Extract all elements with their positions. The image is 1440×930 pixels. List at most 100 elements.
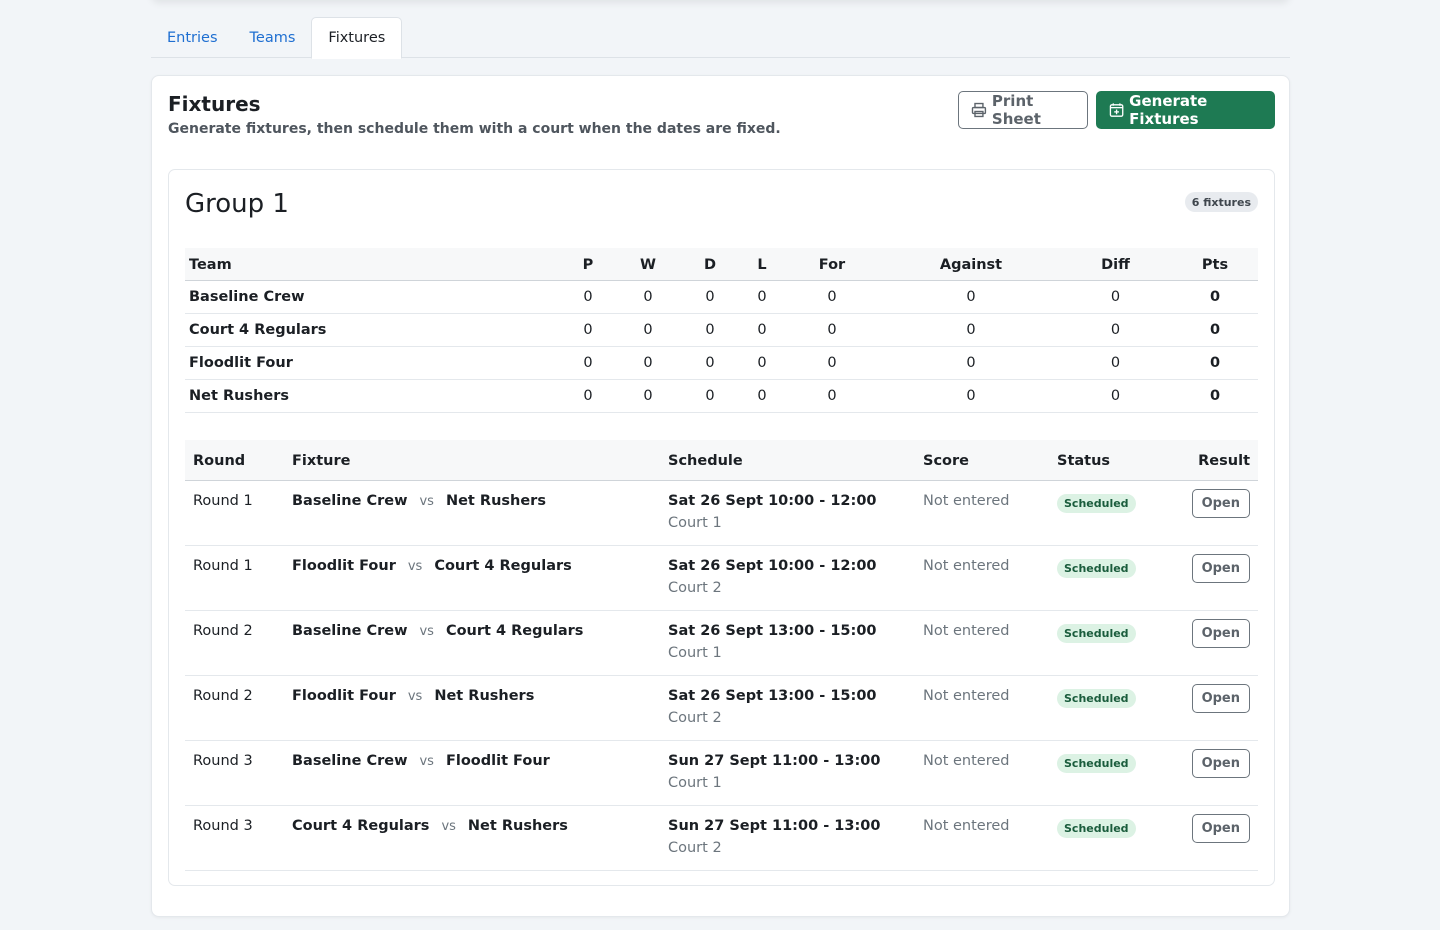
group-title: Group 1	[185, 189, 289, 219]
fixture-home-team: Floodlit Four	[292, 557, 396, 574]
page-title: Fixtures	[168, 92, 261, 116]
open-result-button[interactable]: Open	[1191, 813, 1250, 843]
standings-cell: 0	[1172, 313, 1258, 347]
generate-fixtures-button[interactable]: Generate Fixtures	[1096, 91, 1275, 129]
fixtures-header: Round	[185, 440, 284, 481]
fixture-status-cell: Scheduled	[1049, 610, 1159, 676]
fixture-score-cell: Not entered	[915, 675, 1049, 741]
generate-fixtures-label: Generate Fixtures	[1129, 92, 1208, 128]
standings-header-row: Team P W D L For Against Diff Pts	[185, 248, 1258, 281]
status-badge: Scheduled	[1057, 818, 1136, 838]
standings-team-name: Floodlit Four	[185, 346, 557, 380]
fixture-round: Round 1	[185, 480, 284, 546]
print-sheet-button[interactable]: Print Sheet	[958, 91, 1088, 129]
standings-row: Court 4 Regulars 0 0 0 0 0 0 0 0	[185, 313, 1258, 347]
fixture-status-cell: Scheduled	[1049, 740, 1159, 806]
open-result-button[interactable]: Open	[1191, 488, 1250, 518]
standings-cell: 0	[743, 313, 781, 347]
fixture-score-cell: Not entered	[915, 610, 1049, 676]
fixture-schedule-cell: Sat 26 Sept 10:00 - 12:00 Court 2	[660, 545, 915, 611]
fixtures-table: Round Fixture Schedule Score Status Resu…	[185, 440, 1258, 871]
fixture-away-team: Net Rushers	[445, 492, 546, 509]
fixture-schedule: Sat 26 Sept 10:00 - 12:00	[668, 557, 877, 574]
fixture-schedule-cell: Sat 26 Sept 13:00 - 15:00 Court 1	[660, 610, 915, 676]
fixtures-header: Schedule	[660, 440, 915, 481]
fixture-schedule: Sat 26 Sept 13:00 - 15:00	[668, 687, 877, 704]
standings-cell: 0	[557, 313, 619, 347]
standings-header: Diff	[1059, 248, 1172, 281]
fixture-score: Not entered	[923, 622, 1010, 639]
print-sheet-label: Print Sheet	[991, 92, 1041, 128]
fixture-status-cell: Scheduled	[1049, 480, 1159, 546]
fixture-row: Round 2 Floodlit Four vs Net Rushers Sat 2…	[185, 675, 1258, 741]
printer-icon	[971, 102, 987, 118]
standings-cell: 0	[1172, 280, 1258, 314]
fixture-home-team: Baseline Crew	[292, 752, 408, 769]
standings-cell: 0	[619, 280, 677, 314]
fixture-round: Round 1	[185, 545, 284, 611]
fixture-result-cell: Open	[1159, 480, 1258, 546]
open-result-button[interactable]: Open	[1191, 748, 1250, 778]
fixture-score: Not entered	[923, 492, 1010, 509]
standings-header: L	[743, 248, 781, 281]
fixture-home-team: Floodlit Four	[292, 687, 396, 704]
fixture-vs: vs	[407, 558, 423, 574]
fixture-score: Not entered	[923, 687, 1010, 704]
fixture-score: Not entered	[923, 817, 1010, 834]
fixture-result-cell: Open	[1159, 740, 1258, 806]
open-result-button[interactable]: Open	[1191, 618, 1250, 648]
standings-cell: 0	[781, 280, 883, 314]
standings-team-name: Court 4 Regulars	[185, 313, 557, 347]
standings-cell: 0	[1059, 346, 1172, 380]
standings-cell: 0	[743, 346, 781, 380]
fixture-home-team: Baseline Crew	[292, 622, 408, 639]
standings-cell: 0	[557, 379, 619, 413]
standings-header: W	[619, 248, 677, 281]
open-result-button[interactable]: Open	[1191, 553, 1250, 583]
standings-cell: 0	[677, 313, 743, 347]
fixture-score-cell: Not entered	[915, 805, 1049, 871]
fixture-vs: vs	[441, 818, 456, 834]
standings-cell: 0	[1172, 346, 1258, 380]
fixture-schedule-cell: Sat 26 Sept 13:00 - 15:00 Court 2	[660, 675, 915, 741]
fixtures-card: Fixtures Generate fixtures, then schedul…	[151, 75, 1290, 917]
fixture-score-cell: Not entered	[915, 740, 1049, 806]
standings-cell: 0	[677, 280, 743, 314]
tab-teams[interactable]: Teams	[234, 17, 312, 58]
fixture-court: Court 1	[668, 774, 722, 791]
fixture-away-team: Net Rushers	[434, 687, 535, 704]
fixture-schedule: Sat 26 Sept 10:00 - 12:00	[668, 492, 877, 509]
fixture-row: Round 2 Baseline Crew vs Court 4 Regulars …	[185, 610, 1258, 676]
fixture-score: Not entered	[923, 752, 1010, 769]
standings-cell: 0	[743, 280, 781, 314]
open-result-button[interactable]: Open	[1191, 683, 1250, 713]
standings-header: Team	[185, 248, 557, 281]
fixture-home-team: Baseline Crew	[292, 492, 408, 509]
fixture-schedule-cell: Sat 26 Sept 10:00 - 12:00 Court 1	[660, 480, 915, 546]
fixture-row: Round 3 Court 4 Regulars vs Net Rushers Su…	[185, 805, 1258, 871]
tab-fixtures[interactable]: Fixtures	[311, 17, 403, 59]
standings-cell: 0	[781, 379, 883, 413]
tab-entries[interactable]: Entries	[151, 17, 234, 58]
standings-cell: 0	[1059, 280, 1172, 314]
standings-table: Team P W D L For Against Diff Pts Baseli…	[185, 248, 1258, 413]
fixtures-header: Result	[1159, 440, 1258, 481]
standings-header: Pts	[1172, 248, 1258, 281]
fixture-status-cell: Scheduled	[1049, 675, 1159, 741]
fixture-result-cell: Open	[1159, 545, 1258, 611]
fixture-row: Round 1 Floodlit Four vs Court 4 Regulars …	[185, 545, 1258, 611]
fixtures-header: Status	[1049, 440, 1159, 481]
page-subtitle: Generate fixtures, then schedule them wi…	[168, 121, 781, 137]
fixtures-header-row: Round Fixture Schedule Score Status Resu…	[185, 440, 1258, 481]
fixture-schedule-cell: Sun 27 Sept 11:00 - 13:00 Court 1	[660, 740, 915, 806]
group-panel: Group 1 6 fixtures Team P W D L For Agai…	[168, 169, 1275, 886]
standings-header: D	[677, 248, 743, 281]
fixture-result-cell: Open	[1159, 805, 1258, 871]
standings-cell: 0	[1059, 379, 1172, 413]
standings-cell: 0	[883, 280, 1059, 314]
standings-header: Against	[883, 248, 1059, 281]
fixture-round: Round 2	[185, 675, 284, 741]
standings-cell: 0	[743, 379, 781, 413]
standings-row: Floodlit Four 0 0 0 0 0 0 0 0	[185, 346, 1258, 380]
standings-cell: 0	[883, 346, 1059, 380]
